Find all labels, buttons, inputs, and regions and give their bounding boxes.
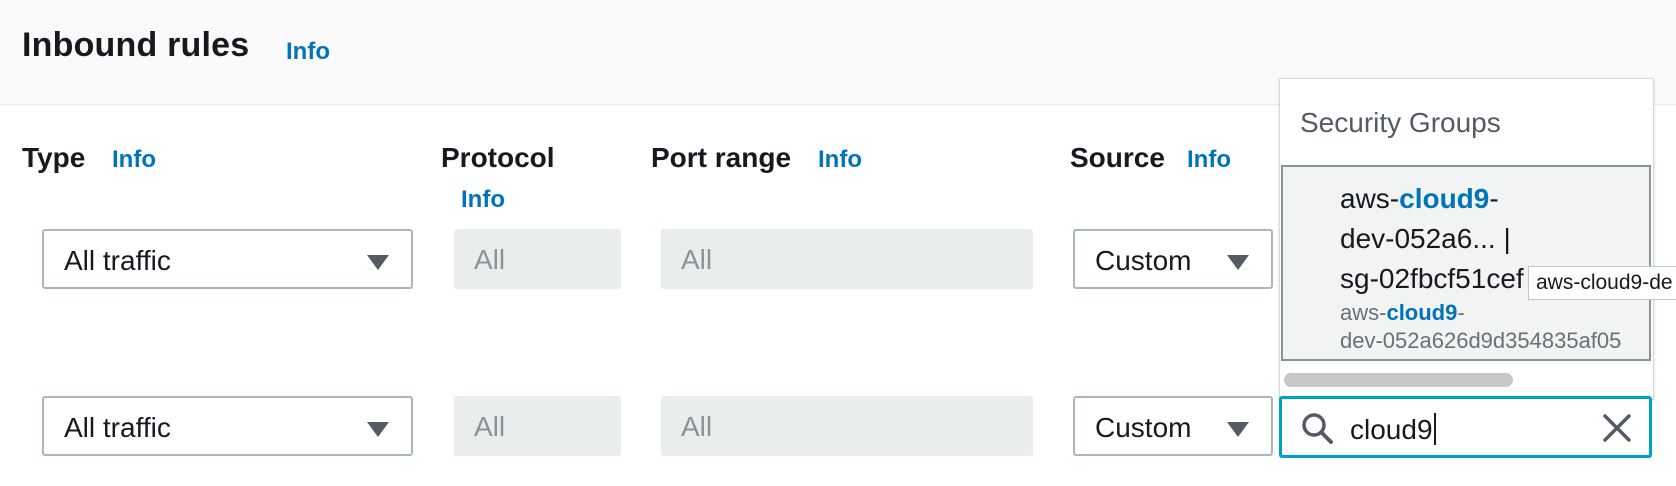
info-link-source[interactable]: Info (1187, 146, 1231, 174)
column-header-port-range: Port range (651, 142, 792, 173)
dropdown-option-security-group[interactable]: aws-cloud9- dev-052a6... | sg-02fbcf51ce… (1281, 165, 1651, 361)
column-header-source: Source (1070, 142, 1165, 173)
protocol-field-row-2: All (454, 396, 621, 456)
info-link-protocol[interactable]: Info (461, 186, 505, 214)
column-header-protocol: Protocol (441, 142, 555, 173)
source-select-row-2[interactable]: Custom (1073, 396, 1273, 456)
option-tooltip: aws-cloud9-de (1528, 266, 1676, 300)
option-label-line-1: aws-cloud9- (1340, 183, 1499, 214)
type-select-row-1[interactable]: All traffic (42, 229, 413, 289)
page-title: Inbound rules (22, 26, 250, 64)
type-select-value: All traffic (64, 245, 171, 276)
port-range-value: All (681, 244, 713, 275)
dropdown-group-label: Security Groups (1300, 107, 1501, 138)
info-link-title[interactable]: Info (286, 38, 330, 66)
port-range-field-row-2: All (661, 396, 1033, 456)
caret-down-icon (367, 422, 389, 437)
port-range-value: All (681, 411, 713, 442)
security-group-dropdown: Security Groups aws-cloud9- dev-052a6...… (1279, 78, 1654, 400)
search-icon (1302, 413, 1333, 444)
source-select-value: Custom (1095, 412, 1192, 443)
option-label-line-2: dev-052a6... | (1340, 223, 1511, 254)
caret-down-icon (367, 255, 389, 270)
caret-down-icon (1227, 255, 1249, 270)
search-input-value: cloud9 (1350, 413, 1436, 446)
option-description-line-2: dev-052a626d9d354835af05 (1340, 328, 1622, 353)
type-select-row-2[interactable]: All traffic (42, 396, 413, 456)
port-range-field-row-1: All (661, 229, 1033, 289)
horizontal-scrollbar[interactable] (1284, 373, 1513, 387)
protocol-value: All (474, 244, 506, 275)
security-group-search-input[interactable]: cloud9 (1279, 396, 1652, 458)
close-icon[interactable] (1602, 413, 1632, 443)
source-select-value: Custom (1095, 245, 1192, 276)
info-link-port-range[interactable]: Info (818, 146, 862, 174)
option-description-line-1: aws-cloud9- (1340, 300, 1465, 325)
caret-down-icon (1227, 422, 1249, 437)
info-link-type[interactable]: Info (112, 146, 156, 174)
protocol-field-row-1: All (454, 229, 621, 289)
source-select-row-1[interactable]: Custom (1073, 229, 1273, 289)
type-select-value: All traffic (64, 412, 171, 443)
column-header-type: Type (22, 142, 86, 173)
protocol-value: All (474, 411, 506, 442)
option-label-line-3: sg-02fbcf51cef (1340, 263, 1524, 294)
